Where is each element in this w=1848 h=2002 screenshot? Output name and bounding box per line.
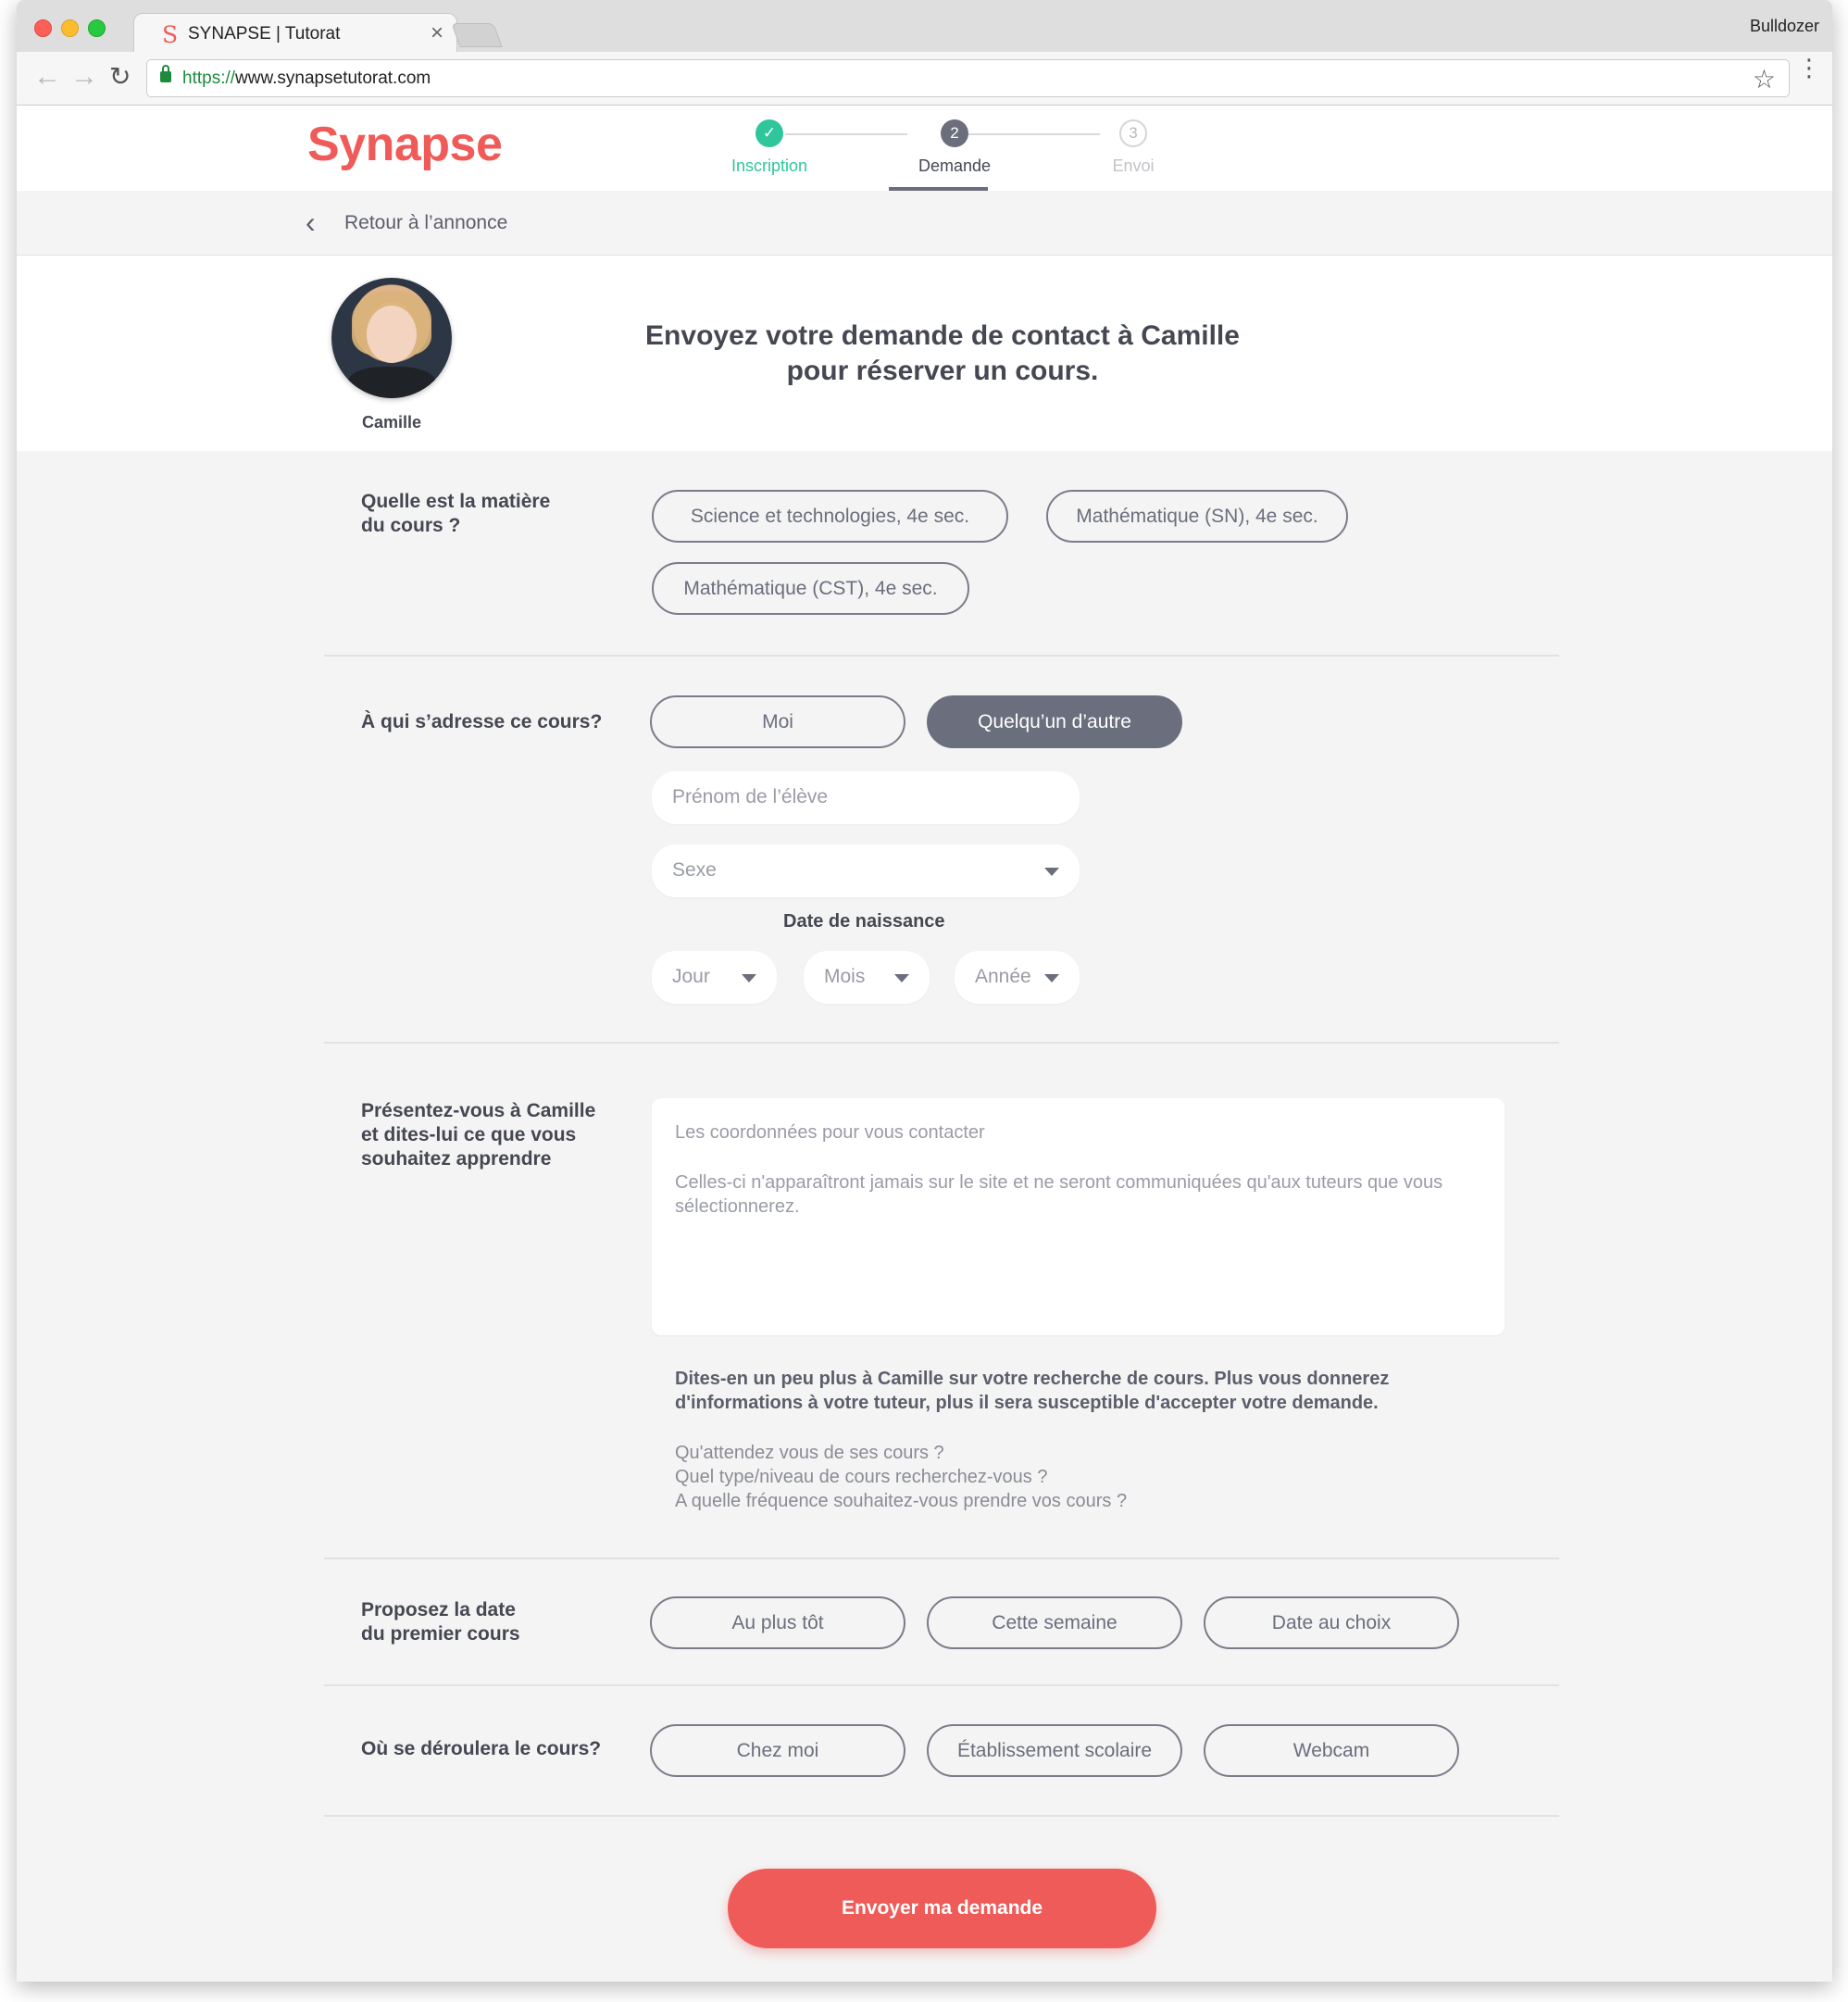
location-option-home[interactable]: Chez moi [650,1724,905,1777]
audience-question: À qui s’adresse ce cours? [361,711,603,732]
dropdown-caret-icon [1044,868,1059,876]
checkmark-icon: ✓ [755,119,783,147]
tutor-banner: Camille Envoyez votre demande de contact… [17,256,1832,451]
tutor-name: Camille [361,413,422,432]
audience-option-moi[interactable]: Moi [650,695,905,748]
location-option-webcam[interactable]: Webcam [1204,1724,1459,1777]
dob-label: Date de naissance [783,911,945,932]
first-date-section: Proposez la date du premier cours Au plu… [324,1559,1559,1686]
location-option-school[interactable]: Établissement scolaire [927,1724,1182,1777]
sex-select[interactable]: Sexe [652,845,1080,897]
dropdown-caret-icon [742,974,756,982]
dropdown-caret-icon [894,974,909,982]
step-inscription[interactable]: ✓ Inscription [695,119,843,176]
synapse-favicon-icon: S [162,21,179,48]
page-title: Envoyez votre demande de contact à Camil… [645,320,1240,386]
audience-option-someone-else[interactable]: Quelqu’un d’autre [927,695,1182,748]
site-header: Synapse ✓ Inscription 2 Demande 3 Envoi [17,106,1832,191]
tab-title: SYNAPSE | Tutorat [188,24,341,44]
bookmark-star-icon[interactable]: ☆ [1753,64,1776,94]
address-bar[interactable]: https://www.synapsetutorat.com ☆ [146,59,1790,97]
subject-section: Quelle est la matière du cours ? Science… [324,451,1559,657]
step-demande[interactable]: 2 Demande [880,119,1029,176]
browser-window: S SYNAPSE | Tutorat × Bulldozer ← → ↻ ht… [17,0,1832,1982]
chevron-left-icon[interactable]: ‹ [306,206,316,240]
submit-request-button[interactable]: Envoyer ma demande [728,1869,1156,1948]
intro-help-questions: Qu'attendez vous de ses cours ? Quel typ… [675,1443,1128,1511]
audience-section: À qui s’adresse ce cours? Moi Quelqu’un … [324,657,1559,1044]
reload-icon[interactable]: ↻ [109,63,131,91]
browser-tab[interactable]: S SYNAPSE | Tutorat × [133,13,457,52]
url-text[interactable]: https://www.synapsetutorat.com [182,69,431,89]
close-window-button[interactable] [34,19,52,37]
location-section: Où se déroulera le cours? Chez moi Établ… [324,1686,1559,1817]
synapse-logo[interactable]: Synapse [307,117,503,172]
first-date-question: Proposez la date du premier cours [361,1599,520,1645]
intro-help-text: Dites-en un peu plus à Camille sur votre… [675,1369,1390,1413]
avatar [331,278,452,398]
intro-textarea[interactable]: Les coordonnées pour vous contacter Cell… [652,1098,1505,1335]
intro-question: Présentez-vous à Camille et dites-lui ce… [361,1100,596,1170]
maximize-window-button[interactable] [88,19,106,37]
browser-menu-icon[interactable]: ⋮ [1797,56,1821,80]
subject-option-math-sn[interactable]: Mathématique (SN), 4e sec. [1046,490,1348,543]
tab-close-icon[interactable]: × [431,20,443,46]
step-number: 2 [941,119,968,147]
date-option-asap[interactable]: Au plus tôt [650,1596,905,1649]
date-option-this-week[interactable]: Cette semaine [927,1596,1182,1649]
browser-titlebar: S SYNAPSE | Tutorat × Bulldozer [17,0,1832,52]
dob-year-select[interactable]: Année [955,951,1080,1004]
location-question: Où se déroulera le cours? [361,1738,602,1759]
browser-toolbar: ← → ↻ https://www.synapsetutorat.com ☆ ⋮ [17,52,1832,106]
browser-profile-name[interactable]: Bulldozer [1750,17,1819,36]
date-option-custom[interactable]: Date au choix [1204,1596,1459,1649]
step-label: Inscription [730,156,808,175]
back-bar: ‹ Retour à l’annonce [17,191,1832,256]
step-label: Demande [918,156,992,175]
back-arrow-icon[interactable]: ← [33,63,61,91]
subject-option-science[interactable]: Science et technologies, 4e sec. [652,490,1008,543]
lock-icon [160,65,171,82]
student-name-input[interactable]: Prénom de l’élève [652,771,1080,824]
forward-arrow-icon[interactable]: → [70,63,98,91]
subject-question: Quelle est la matière du cours ? [361,491,551,536]
step-number: 3 [1119,119,1147,147]
subject-option-math-cst[interactable]: Mathématique (CST), 4e sec. [652,562,969,615]
minimize-window-button[interactable] [61,19,79,37]
back-to-listing-link[interactable]: Retour à l’annonce [344,212,507,234]
step-envoi: 3 Envoi [1059,119,1207,176]
dropdown-caret-icon [1044,974,1059,982]
dob-month-select[interactable]: Mois [804,951,930,1004]
step-label: Envoi [1112,156,1155,175]
new-tab-button[interactable] [451,23,503,47]
dob-day-select[interactable]: Jour [652,951,777,1004]
